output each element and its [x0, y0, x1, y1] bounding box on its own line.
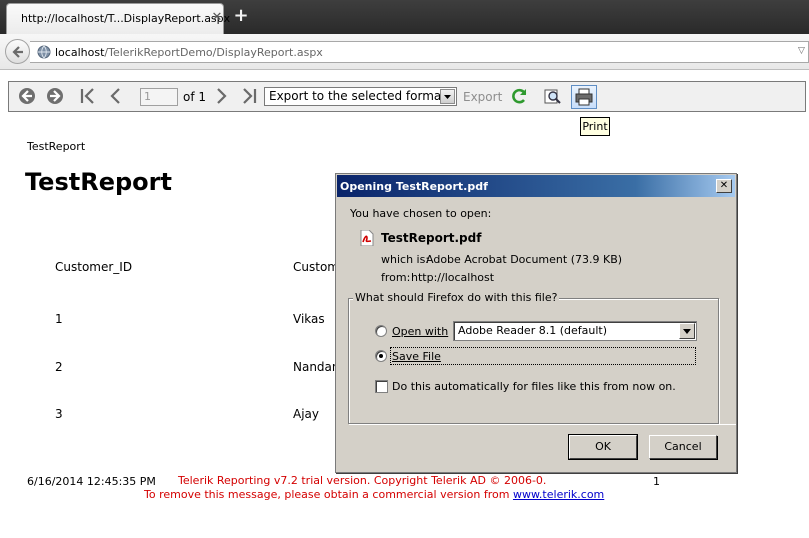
table-cell-name: Ajay — [293, 407, 319, 421]
next-page-icon[interactable] — [211, 86, 231, 106]
last-page-icon[interactable] — [239, 86, 259, 106]
footer-page-number: 1 — [653, 475, 660, 488]
site-globe-icon — [37, 45, 51, 59]
export-button[interactable]: Export — [463, 90, 502, 104]
history-back-icon[interactable] — [17, 86, 37, 106]
file-name: TestReport.pdf — [381, 231, 482, 245]
refresh-icon[interactable] — [510, 86, 530, 106]
close-icon[interactable]: ✕ — [716, 179, 732, 193]
report-header-label: TestReport — [27, 140, 86, 153]
url-dropdown-icon[interactable]: ▽ — [798, 46, 805, 56]
from-value: http://localhost — [411, 271, 495, 284]
report-title: TestReport — [25, 168, 172, 196]
tab-close-icon[interactable]: ✕ — [207, 10, 227, 28]
table-cell-id: 2 — [55, 360, 63, 374]
which-is-label: which is: — [381, 253, 430, 266]
file-type-value: Adobe Acrobat Document (73.9 KB) — [426, 253, 623, 266]
table-cell-id: 3 — [55, 407, 63, 421]
export-format-value: Export to the selected format — [269, 89, 446, 103]
history-forward-icon[interactable] — [45, 86, 65, 106]
back-arrow-icon — [12, 46, 23, 58]
open-with-radio[interactable] — [375, 325, 387, 337]
action-question: What should Firefox do with this file? — [353, 291, 560, 304]
dialog-title: Opening TestReport.pdf — [340, 180, 488, 193]
table-cell-name: Vikas — [293, 312, 325, 326]
open-with-app-select[interactable]: Adobe Reader 8.1 (default) — [453, 321, 697, 341]
new-tab-icon[interactable]: + — [230, 6, 252, 28]
print-preview-icon[interactable] — [542, 86, 562, 106]
footer-timestamp: 6/16/2014 12:45:35 PM — [27, 475, 156, 488]
url-text[interactable]: localhost/TelerikReportDemo/DisplayRepor… — [55, 46, 323, 59]
chevron-down-icon[interactable] — [440, 89, 455, 104]
page-number-input[interactable]: 1 — [140, 88, 178, 106]
save-file-radio[interactable] — [375, 350, 387, 362]
auto-action-checkbox[interactable] — [375, 380, 388, 393]
commercial-message: To remove this message, please obtain a … — [144, 488, 605, 501]
browser-tab[interactable]: http://localhost/T...DisplayReport.aspx — [6, 3, 230, 34]
dialog-title-bar[interactable]: Opening TestReport.pdf ✕ — [337, 175, 735, 197]
from-label: from: — [381, 271, 411, 284]
tab-title: http://localhost/T...DisplayReport.aspx — [21, 12, 231, 25]
printer-icon — [575, 88, 593, 106]
print-tooltip: Print — [580, 117, 610, 136]
first-page-icon[interactable] — [78, 86, 98, 106]
chevron-down-icon[interactable] — [679, 323, 695, 339]
trial-notice: Telerik Reporting v7.2 trial version. Co… — [178, 474, 547, 487]
table-cell-id: 1 — [55, 312, 63, 326]
page-count-label: of 1 — [183, 90, 207, 104]
open-with-label[interactable]: Open with — [392, 325, 448, 338]
table-cell-name: Nandan — [293, 360, 340, 374]
export-format-select[interactable]: Export to the selected format — [264, 87, 457, 106]
open-with-app-value: Adobe Reader 8.1 (default) — [458, 324, 607, 337]
previous-page-icon[interactable] — [106, 86, 126, 106]
ok-button[interactable]: OK — [568, 434, 638, 460]
chosen-to-open-label: You have chosen to open: — [350, 207, 492, 220]
cancel-button[interactable]: Cancel — [649, 435, 717, 459]
tab-strip: http://localhost/T...DisplayReport.aspx … — [0, 0, 809, 34]
print-button[interactable] — [571, 85, 597, 109]
column-header-customer-id: Customer_ID — [55, 260, 133, 274]
column-header-customer-name: Custom — [293, 260, 339, 274]
back-button[interactable] — [5, 39, 30, 64]
save-file-label[interactable]: Save File — [392, 350, 441, 363]
auto-action-label[interactable]: Do this automatically for files like thi… — [392, 380, 676, 393]
pdf-file-icon — [360, 230, 374, 246]
telerik-link[interactable]: www.telerik.com — [513, 488, 604, 501]
